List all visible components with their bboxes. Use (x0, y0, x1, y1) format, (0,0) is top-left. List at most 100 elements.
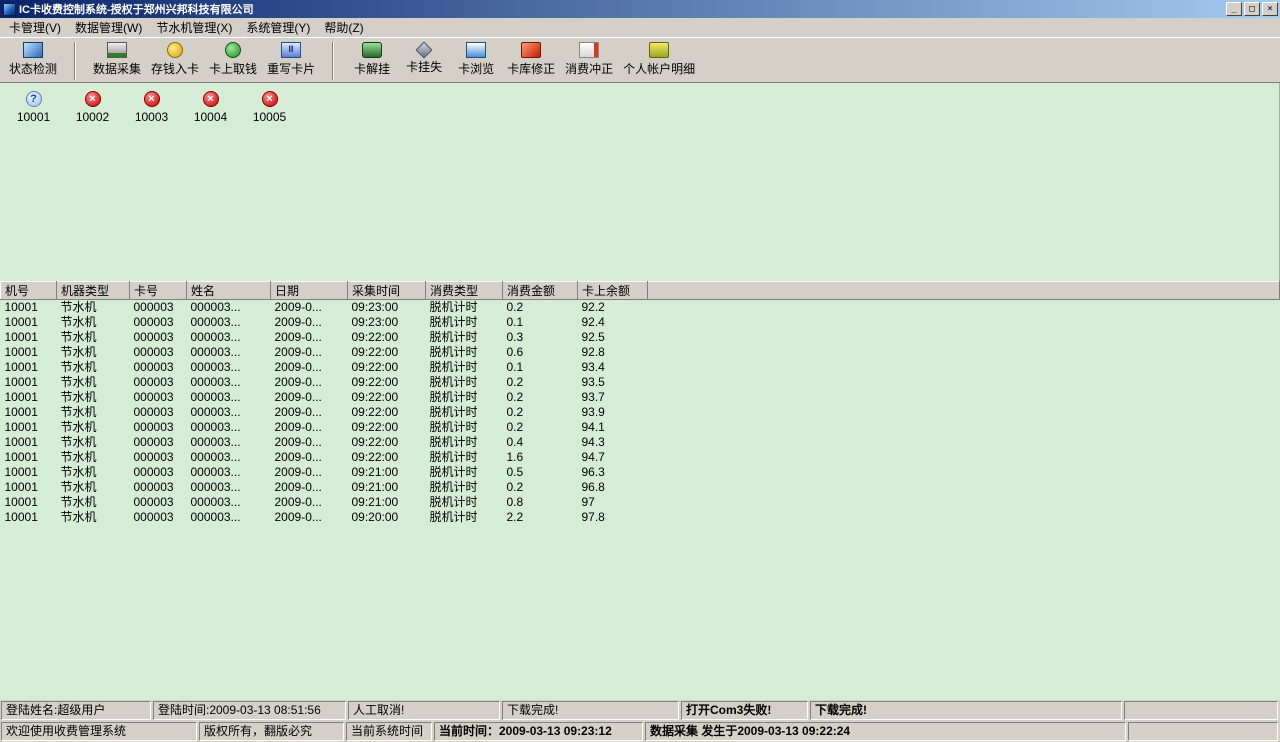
title-bar[interactable]: IC卡收费控制系统-授权于郑州兴邦科技有限公司 _ □ × (0, 0, 1280, 18)
toolbar-button[interactable]: 存钱入卡 (146, 40, 204, 82)
table-row[interactable]: 10001节水机000003000003...2009-0...09:22:00… (1, 435, 1280, 450)
column-header[interactable]: 姓名 (187, 282, 271, 300)
toolbar-button[interactable]: 状态检测 (4, 40, 62, 82)
table-cell: 节水机 (57, 510, 130, 525)
toolbar-button[interactable]: 卡浏览 (450, 40, 502, 82)
table-cell: 脱机计时 (426, 495, 503, 510)
table-row[interactable]: 10001节水机000003000003...2009-0...09:20:00… (1, 510, 1280, 525)
table-cell: 09:22:00 (348, 360, 426, 375)
table-row[interactable]: 10001节水机000003000003...2009-0...09:23:00… (1, 315, 1280, 330)
table-cell: 000003 (130, 450, 187, 465)
device-item[interactable]: 10002 (69, 91, 116, 124)
column-header[interactable]: 采集时间 (348, 282, 426, 300)
app-window: IC卡收费控制系统-授权于郑州兴邦科技有限公司 _ □ × 卡管理(V) 数据管… (0, 0, 1280, 742)
toolbar-button[interactable]: 个人帐户明细 (618, 40, 700, 82)
column-header[interactable]: 机器类型 (57, 282, 130, 300)
device-item[interactable]: 10001 (10, 91, 57, 124)
toolbar-button-label: 卡挂失 (406, 58, 442, 75)
table-row[interactable]: 10001节水机000003000003...2009-0...09:21:00… (1, 465, 1280, 480)
table-cell: 0.1 (503, 360, 578, 375)
device-item[interactable]: 10004 (187, 91, 234, 124)
records-table-body: 10001节水机000003000003...2009-0...09:23:00… (1, 300, 1280, 526)
table-cell: 0.6 (503, 345, 578, 360)
table-cell: 脱机计时 (426, 510, 503, 525)
toolbar-button[interactable]: 数据采集 (88, 40, 146, 82)
column-header[interactable]: 机号 (1, 282, 57, 300)
menu-bar: 卡管理(V) 数据管理(W) 节水机管理(X) 系统管理(Y) 帮助(Z) (0, 18, 1280, 37)
table-row[interactable]: 10001节水机000003000003...2009-0...09:22:00… (1, 360, 1280, 375)
device-label: 10003 (135, 110, 168, 124)
column-header[interactable]: 卡上余额 (578, 282, 648, 300)
toolbar-button[interactable]: 消费冲正 (560, 40, 618, 82)
table-cell: 09:23:00 (348, 300, 426, 316)
table-cell (648, 360, 1280, 375)
table-cell: 10001 (1, 420, 57, 435)
menu-item[interactable]: 卡管理(V) (2, 17, 68, 38)
menu-item[interactable]: 数据管理(W) (68, 17, 149, 38)
table-row[interactable]: 10001节水机000003000003...2009-0...09:21:00… (1, 480, 1280, 495)
table-cell (648, 510, 1280, 525)
table-row[interactable]: 10001节水机000003000003...2009-0...09:22:00… (1, 345, 1280, 360)
column-header[interactable]: 消费类型 (426, 282, 503, 300)
column-header[interactable]: 消费金额 (503, 282, 578, 300)
table-row[interactable]: 10001节水机000003000003...2009-0...09:22:00… (1, 420, 1280, 435)
table-cell: 10001 (1, 360, 57, 375)
table-cell: 96.3 (578, 465, 648, 480)
table-cell: 000003 (130, 300, 187, 316)
table-cell: 97 (578, 495, 648, 510)
close-button[interactable]: × (1262, 2, 1278, 16)
table-cell: 92.8 (578, 345, 648, 360)
table-cell: 09:22:00 (348, 405, 426, 420)
toolbar-button-icon (579, 42, 599, 58)
table-cell: 节水机 (57, 360, 130, 375)
table-cell: 2009-0... (271, 345, 348, 360)
table-cell: 000003... (187, 300, 271, 316)
toolbar-button-icon (649, 42, 669, 58)
table-row[interactable]: 10001节水机000003000003...2009-0...09:22:00… (1, 390, 1280, 405)
table-row[interactable]: 10001节水机000003000003...2009-0...09:21:00… (1, 495, 1280, 510)
table-cell: 000003 (130, 330, 187, 345)
table-row[interactable]: 10001节水机000003000003...2009-0...09:23:00… (1, 300, 1280, 316)
table-cell: 2009-0... (271, 360, 348, 375)
column-header[interactable]: 卡号 (130, 282, 187, 300)
toolbar-button[interactable]: 卡库修正 (502, 40, 560, 82)
toolbar-button-label: 重写卡片 (267, 60, 315, 77)
table-cell (648, 315, 1280, 330)
device-label: 10002 (76, 110, 109, 124)
menu-item[interactable]: 节水机管理(X) (149, 17, 239, 38)
toolbar-button-label: 卡解挂 (354, 60, 390, 77)
device-item[interactable]: 10003 (128, 91, 175, 124)
table-cell: 节水机 (57, 375, 130, 390)
table-cell: 000003... (187, 450, 271, 465)
app-icon (3, 3, 16, 16)
table-cell: 000003... (187, 345, 271, 360)
menu-item[interactable]: 系统管理(Y) (239, 17, 317, 38)
device-item[interactable]: 10005 (246, 91, 293, 124)
device-panel: 10001 10002 10003 10004 (0, 83, 1280, 281)
menu-item[interactable]: 帮助(Z) (317, 17, 370, 38)
table-cell (648, 420, 1280, 435)
table-cell: 09:20:00 (348, 510, 426, 525)
column-header[interactable]: 日期 (271, 282, 348, 300)
toolbar-button[interactable]: 卡上取钱 (204, 40, 262, 82)
table-row[interactable]: 10001节水机000003000003...2009-0...09:22:00… (1, 450, 1280, 465)
table-row[interactable]: 10001节水机000003000003...2009-0...09:22:00… (1, 405, 1280, 420)
toolbar-button[interactable]: 卡解挂 (346, 40, 398, 82)
minimize-button[interactable]: _ (1226, 2, 1242, 16)
toolbar-button[interactable]: 重写卡片 (262, 40, 320, 82)
table-cell: 000003 (130, 345, 187, 360)
status-bar-top: 登陆姓名:超级用户 登陆时间:2009-03-13 08:51:56 人工取消!… (0, 700, 1280, 721)
table-cell (648, 345, 1280, 360)
table-cell: 09:22:00 (348, 330, 426, 345)
table-cell: 10001 (1, 345, 57, 360)
table-cell: 92.4 (578, 315, 648, 330)
restore-button[interactable]: □ (1244, 2, 1260, 16)
table-cell: 000003 (130, 465, 187, 480)
table-row[interactable]: 10001节水机000003000003...2009-0...09:22:00… (1, 330, 1280, 345)
table-row[interactable]: 10001节水机000003000003...2009-0...09:22:00… (1, 375, 1280, 390)
table-cell: 93.9 (578, 405, 648, 420)
status-cell: 下载完成! (502, 701, 679, 720)
table-cell: 脱机计时 (426, 375, 503, 390)
table-cell: 000003... (187, 405, 271, 420)
toolbar-button[interactable]: 卡挂失 (398, 40, 450, 82)
